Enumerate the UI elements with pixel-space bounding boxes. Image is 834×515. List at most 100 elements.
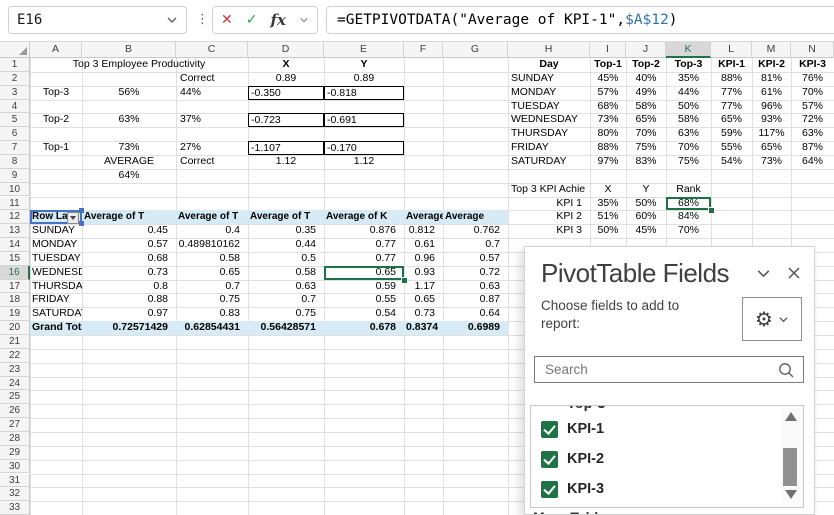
cell-L2[interactable]: 88% xyxy=(711,72,752,86)
cell-A15[interactable]: TUESDAY xyxy=(30,252,82,266)
cell-F16[interactable]: 0.93 xyxy=(404,266,443,280)
field-item-kpi-1[interactable]: KPI-1 xyxy=(531,416,771,442)
cell-E19[interactable]: 0.54 xyxy=(324,307,404,321)
row-header-27[interactable]: 27 xyxy=(0,418,30,432)
row-header-29[interactable]: 29 xyxy=(0,445,30,460)
cell-K10[interactable]: Rank xyxy=(666,183,711,197)
cell-E18[interactable]: 0.55 xyxy=(324,293,404,307)
cell-A18[interactable]: FRIDAY xyxy=(30,293,82,307)
insert-function-icon[interactable]: fx xyxy=(271,11,286,29)
pivot-header-D12[interactable]: Average of T xyxy=(248,210,324,224)
row-header-15[interactable]: 15 xyxy=(0,251,30,266)
col-header-A[interactable]: A xyxy=(30,42,82,58)
cell-M5[interactable]: 93% xyxy=(752,113,791,127)
row-labels-filter-button[interactable] xyxy=(67,211,79,224)
row-header-3[interactable]: 3 xyxy=(0,85,30,100)
cell-C13[interactable]: 0.4 xyxy=(176,224,248,238)
col-header-L[interactable]: L xyxy=(711,42,752,58)
cell-D5[interactable]: -0.723 xyxy=(248,113,324,128)
cell-M6[interactable]: 117% xyxy=(752,127,791,141)
row-header-24[interactable]: 24 xyxy=(0,376,30,391)
col-header-D[interactable]: D xyxy=(248,42,324,58)
cell-M7[interactable]: 65% xyxy=(752,141,791,155)
chevron-down-icon[interactable] xyxy=(299,15,309,25)
cell-K2[interactable]: 35% xyxy=(666,72,711,86)
cell-H4[interactable]: TUESDAY xyxy=(508,100,590,114)
cell-M3[interactable]: 61% xyxy=(752,86,791,100)
cell-G16[interactable]: 0.72 xyxy=(443,266,508,280)
cell-K1[interactable]: Top-3 xyxy=(666,58,711,72)
cell-N8[interactable]: 64% xyxy=(791,155,834,169)
row-header-5[interactable]: 5 xyxy=(0,113,30,128)
cell-D14[interactable]: 0.44 xyxy=(248,238,324,252)
cell-B8[interactable]: AVERAGE xyxy=(82,155,176,169)
cell-F18[interactable]: 0.65 xyxy=(404,293,443,307)
cell-N2[interactable]: 76% xyxy=(791,72,834,86)
top-table-title[interactable]: Top 3 Employee Productivity xyxy=(30,58,248,72)
row-header-8[interactable]: 8 xyxy=(0,154,30,169)
row-header-17[interactable]: 17 xyxy=(0,279,30,294)
cell-M1[interactable]: KPI-2 xyxy=(752,58,791,72)
search-icon[interactable] xyxy=(777,361,795,379)
cell-C7[interactable]: 27% xyxy=(176,141,248,155)
cell-H6[interactable]: THURSDAY xyxy=(508,127,590,141)
cell-F19[interactable]: 0.73 xyxy=(404,307,443,321)
cell-K6[interactable]: 63% xyxy=(666,127,711,141)
cell-K13[interactable]: 70% xyxy=(666,224,711,238)
close-icon[interactable] xyxy=(786,265,802,281)
cell-D16[interactable]: 0.58 xyxy=(248,266,324,280)
cell-N1[interactable]: KPI-3 xyxy=(791,58,834,72)
cell-K3[interactable]: 44% xyxy=(666,86,711,100)
cell-J12[interactable]: 60% xyxy=(626,210,666,224)
cell-B18[interactable]: 0.88 xyxy=(82,293,176,307)
cell-F13[interactable]: 0.812 xyxy=(404,224,443,238)
row-header-1[interactable]: 1 xyxy=(0,58,30,72)
cell-D3[interactable]: -0.350 xyxy=(248,85,324,100)
col-header-I[interactable]: I xyxy=(590,42,626,58)
row-header-14[interactable]: 14 xyxy=(0,238,30,252)
select-all-button[interactable] xyxy=(0,42,30,58)
cell-L4[interactable]: 77% xyxy=(711,100,752,114)
cell-H1[interactable]: Day xyxy=(508,58,590,72)
row-header-19[interactable]: 19 xyxy=(0,307,30,322)
col-header-B[interactable]: B xyxy=(82,42,176,58)
row-header-10[interactable]: 10 xyxy=(0,182,30,197)
row-header-26[interactable]: 26 xyxy=(0,404,30,419)
cell-E1[interactable]: Y xyxy=(324,58,404,72)
cell-K8[interactable]: 75% xyxy=(666,155,711,169)
row-header-33[interactable]: 33 xyxy=(0,501,30,515)
cell-J10[interactable]: Y xyxy=(626,183,666,197)
cell-J6[interactable]: 70% xyxy=(626,127,666,141)
cell-B3[interactable]: 56% xyxy=(82,86,176,100)
cell-D19[interactable]: 0.75 xyxy=(248,307,324,321)
cell-L8[interactable]: 54% xyxy=(711,155,752,169)
cell-H7[interactable]: FRIDAY xyxy=(508,141,590,155)
row-header-13[interactable]: 13 xyxy=(0,224,30,239)
kpi-table-title[interactable]: Top 3 KPI Achie xyxy=(508,183,590,197)
col-header-C[interactable]: C xyxy=(176,42,248,58)
cell-F17[interactable]: 1.17 xyxy=(404,280,443,294)
cell-J13[interactable]: 45% xyxy=(626,224,666,238)
row-header-7[interactable]: 7 xyxy=(0,141,30,155)
cell-B14[interactable]: 0.57 xyxy=(82,238,176,252)
cell-C16[interactable]: 0.65 xyxy=(176,266,248,280)
cell-D20[interactable]: 0.56428571 xyxy=(248,321,324,335)
row-header-6[interactable]: 6 xyxy=(0,127,30,142)
cell-E13[interactable]: 0.876 xyxy=(324,224,404,238)
cell-F15[interactable]: 0.96 xyxy=(404,252,443,266)
cell-G14[interactable]: 0.7 xyxy=(443,238,508,252)
cell-I1[interactable]: Top-1 xyxy=(590,58,626,72)
chevron-down-icon[interactable] xyxy=(755,265,772,282)
cell-J1[interactable]: Top-2 xyxy=(626,58,666,72)
row-header-30[interactable]: 30 xyxy=(0,459,30,474)
col-header-F[interactable]: F xyxy=(404,42,443,58)
pivot-header-E12[interactable]: Average of K xyxy=(324,210,404,224)
cell-J2[interactable]: 40% xyxy=(626,72,666,86)
cell-L7[interactable]: 55% xyxy=(711,141,752,155)
scroll-down-icon[interactable] xyxy=(785,490,797,499)
enter-icon[interactable]: ✓ xyxy=(246,12,258,28)
tools-button[interactable]: ⚙ xyxy=(742,297,802,341)
cell-B20[interactable]: 0.72571429 xyxy=(82,321,176,335)
cancel-icon[interactable]: ✕ xyxy=(221,12,233,28)
cell-A16[interactable]: WEDNESDAY xyxy=(30,266,82,280)
